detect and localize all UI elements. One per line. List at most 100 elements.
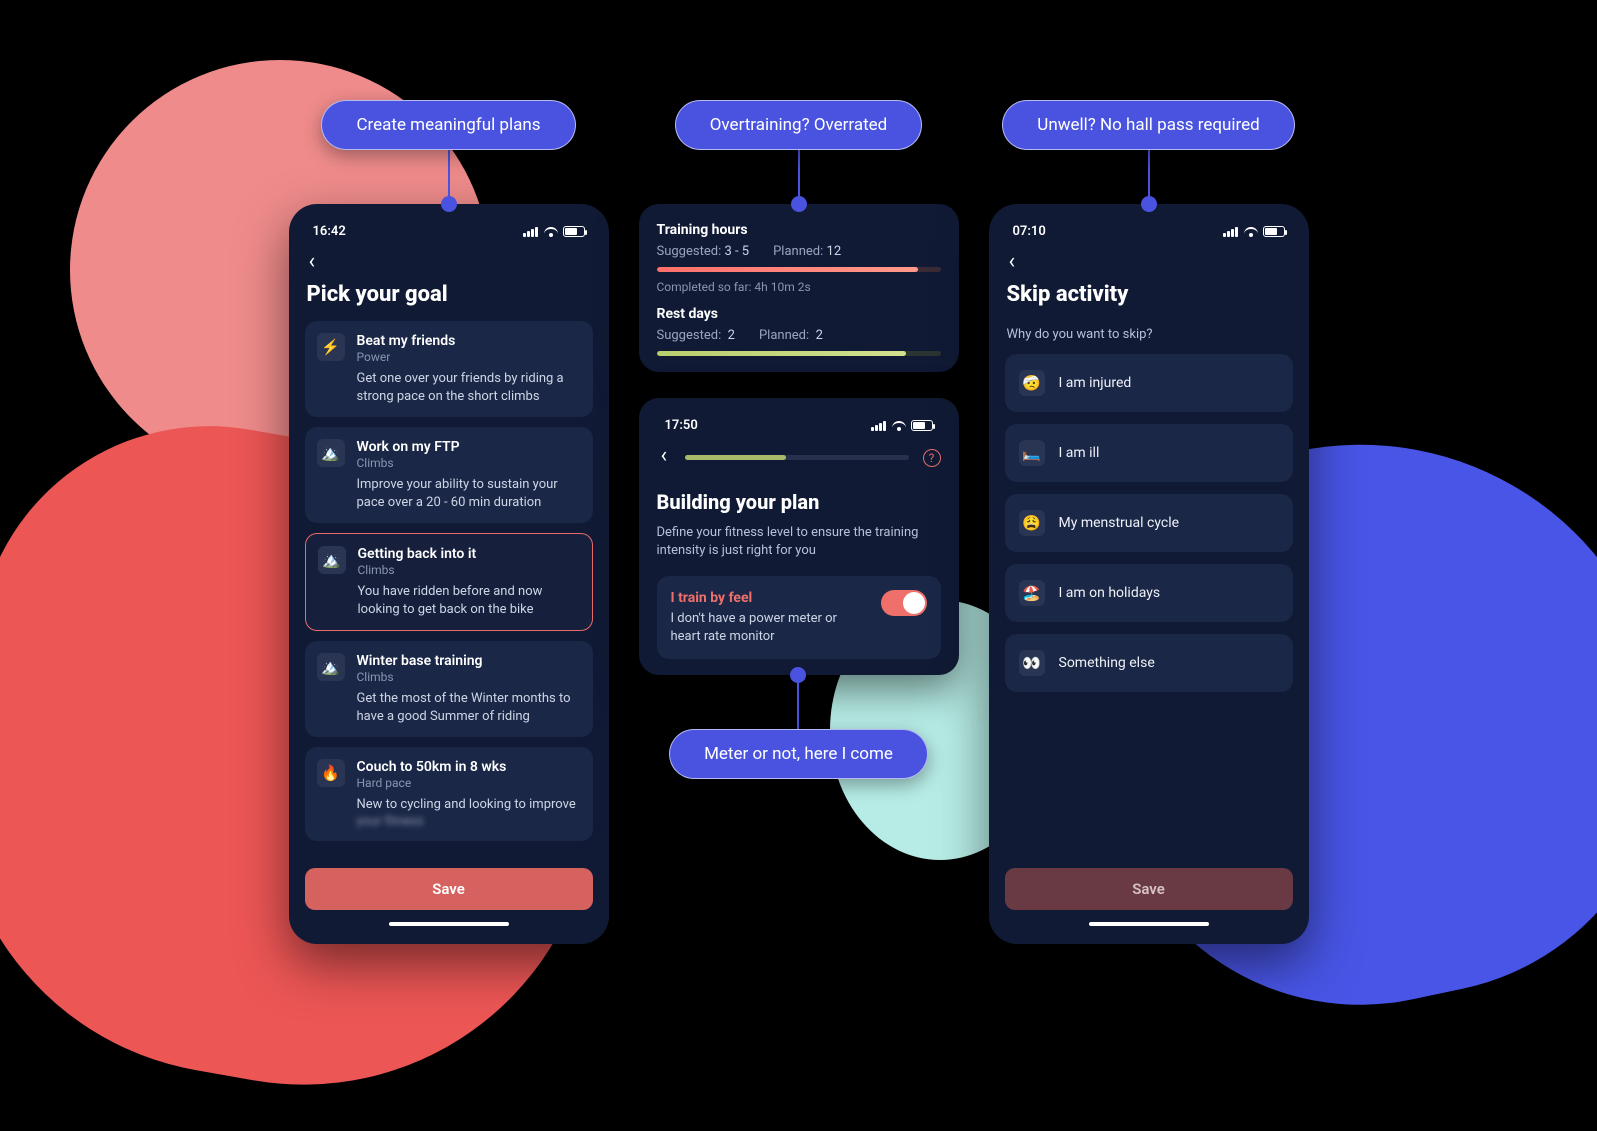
eyes-icon: 👀 [1019, 650, 1045, 676]
suggested-label: Suggested: [657, 244, 722, 259]
signal-icon [1223, 227, 1239, 237]
connector-line [448, 150, 450, 204]
pill-meter-or-not: Meter or not, here I come [669, 729, 928, 779]
status-icons [523, 226, 585, 237]
option-label: My menstrual cycle [1059, 515, 1180, 531]
clock: 16:42 [313, 224, 346, 239]
wifi-icon [1244, 227, 1258, 237]
lightning-icon: ⚡ [317, 333, 345, 361]
training-hours-row: Suggested: 3 - 5 Planned: 12 [657, 244, 941, 259]
option-label: I am on holidays [1059, 585, 1161, 601]
option-label: I am ill [1059, 445, 1100, 461]
rest-progress-bar [657, 351, 941, 356]
help-icon[interactable]: ? [923, 449, 941, 467]
status-icons [1223, 226, 1285, 237]
train-by-feel-card[interactable]: I train by feel I don't have a power met… [657, 576, 941, 659]
goal-title: Getting back into it [358, 546, 580, 562]
page-subtitle: Define your fitness level to ensure the … [657, 524, 941, 560]
back-button[interactable]: ‹ [657, 443, 672, 472]
phone-pick-goal: 16:42 ‹ Pick your goal ⚡ Beat my friends… [289, 204, 609, 944]
connector-line [798, 150, 800, 204]
fire-icon: 🔥 [317, 759, 345, 787]
goal-desc: You have ridden before and now looking t… [358, 583, 580, 618]
goal-tag: Hard pace [357, 776, 581, 790]
save-button[interactable]: Save [305, 868, 593, 910]
rest-days-title: Rest days [657, 306, 941, 322]
weary-icon: 😩 [1019, 510, 1045, 536]
connector-line [1148, 150, 1150, 204]
page-title: Building your plan [657, 490, 941, 514]
goal-winter-base[interactable]: 🏔️ Winter base training Climbs Get the m… [305, 641, 593, 737]
back-button[interactable]: ‹ [1005, 249, 1293, 278]
goal-desc-blurred: your fitness [357, 814, 581, 829]
home-indicator[interactable] [1089, 922, 1209, 926]
goal-couch-50km[interactable]: 🔥 Couch to 50km in 8 wks Hard pace New t… [305, 747, 593, 841]
goal-beat-friends[interactable]: ⚡ Beat my friends Power Get one over you… [305, 321, 593, 417]
bed-icon: 🛏️ [1019, 440, 1045, 466]
signal-icon [523, 227, 539, 237]
battery-icon [563, 226, 585, 237]
mountain-icon: 🏔️ [317, 439, 345, 467]
phone-skip-activity: 07:10 ‹ Skip activity Why do you want to… [989, 204, 1309, 944]
skip-option-other[interactable]: 👀 Something else [1005, 634, 1293, 692]
skip-option-ill[interactable]: 🛏️ I am ill [1005, 424, 1293, 482]
skip-prompt: Why do you want to skip? [1007, 327, 1293, 342]
skip-option-holidays[interactable]: 🏖️ I am on holidays [1005, 564, 1293, 622]
phone-build-plan: 17:50 ‹ ? Building your plan Define your… [639, 398, 959, 675]
rest-days-row: Suggested: 2 Planned: 2 [657, 328, 941, 343]
completed-so-far: Completed so far: 4h 10m 2s [657, 280, 941, 294]
signal-icon [871, 421, 887, 431]
goal-desc: Get one over your friends by riding a st… [357, 370, 581, 405]
goal-tag: Climbs [357, 670, 581, 684]
suggested-hours: 3 - 5 [724, 244, 749, 259]
goal-getting-back[interactable]: 🏔️ Getting back into it Climbs You have … [305, 533, 593, 631]
goal-title: Work on my FTP [357, 439, 581, 455]
back-button[interactable]: ‹ [305, 249, 593, 278]
clock: 17:50 [665, 418, 698, 433]
beach-icon: 🏖️ [1019, 580, 1045, 606]
goal-title: Couch to 50km in 8 wks [357, 759, 581, 775]
pill-overtraining: Overtraining? Overrated [675, 100, 923, 150]
option-label: I am injured [1059, 375, 1132, 391]
skip-option-injured[interactable]: 🤕 I am injured [1005, 354, 1293, 412]
goal-title: Beat my friends [357, 333, 581, 349]
goal-title: Winter base training [357, 653, 581, 669]
switch-title: I train by feel [671, 590, 867, 606]
connector-line [797, 675, 799, 729]
hours-progress-bar [657, 267, 941, 272]
status-bar: 17:50 [657, 414, 941, 443]
training-hours-title: Training hours [657, 222, 941, 238]
injured-icon: 🤕 [1019, 370, 1045, 396]
goal-desc: Improve your ability to sustain your pac… [357, 476, 581, 511]
rest-suggested: 2 [728, 328, 735, 343]
planned-label: Planned: [773, 244, 823, 259]
goal-desc: Get the most of the Winter months to hav… [357, 690, 581, 725]
status-bar: 16:42 [305, 220, 593, 249]
status-bar: 07:10 [1005, 220, 1293, 249]
planned-hours: 12 [827, 244, 842, 259]
save-button[interactable]: Save [1005, 868, 1293, 910]
battery-icon [911, 420, 933, 431]
page-title: Skip activity [1007, 282, 1293, 307]
goal-ftp[interactable]: 🏔️ Work on my FTP Climbs Improve your ab… [305, 427, 593, 523]
rest-planned: 2 [816, 328, 823, 343]
mountain-icon: 🏔️ [317, 653, 345, 681]
train-by-feel-toggle[interactable] [881, 590, 927, 616]
wifi-icon [544, 227, 558, 237]
home-indicator[interactable] [389, 922, 509, 926]
goal-desc: New to cycling and looking to improve [357, 796, 581, 814]
goal-tag: Power [357, 350, 581, 364]
pill-unwell: Unwell? No hall pass required [1002, 100, 1294, 150]
status-icons [871, 420, 933, 431]
option-label: Something else [1059, 655, 1155, 671]
page-title: Pick your goal [307, 282, 593, 307]
pill-create-plans: Create meaningful plans [321, 100, 575, 150]
clock: 07:10 [1013, 224, 1046, 239]
mountain-icon: 🏔️ [318, 546, 346, 574]
skip-option-menstrual[interactable]: 😩 My menstrual cycle [1005, 494, 1293, 552]
goal-tag: Climbs [358, 563, 580, 577]
step-progress [685, 455, 908, 460]
training-summary-panel: Training hours Suggested: 3 - 5 Planned:… [639, 204, 959, 372]
goal-tag: Climbs [357, 456, 581, 470]
wifi-icon [892, 421, 906, 431]
